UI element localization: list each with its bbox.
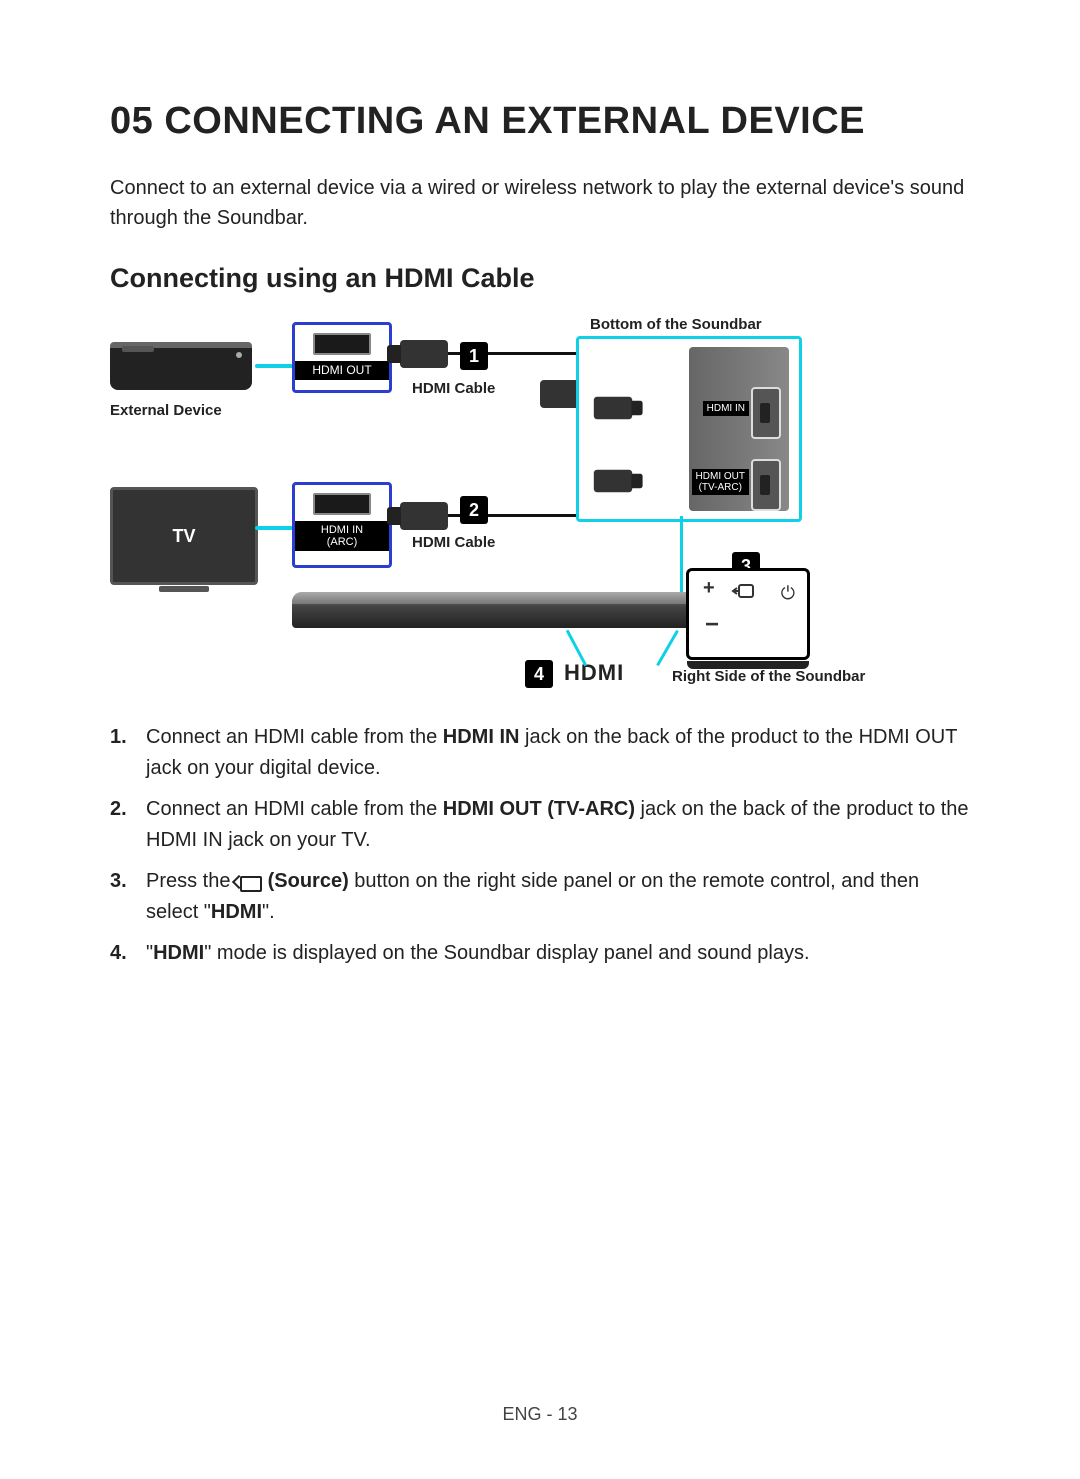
step-badge-1: 1	[460, 342, 488, 370]
external-device-label: External Device	[110, 402, 222, 419]
instruction-step-1: 1. Connect an HDMI cable from the HDMI I…	[110, 722, 970, 784]
instruction-step-3: 3. Press the (Source) button on the righ…	[110, 866, 970, 928]
right-side-soundbar-label: Right Side of the Soundbar	[672, 668, 865, 685]
volume-down-icon: −	[705, 611, 719, 639]
panel-hdmi-in-label: HDMI IN	[703, 401, 749, 416]
hdmi-in-arc-port-box: HDMI IN (ARC)	[292, 482, 392, 568]
soundbar-right-panel: + − ⏻	[686, 568, 810, 660]
page-footer: ENG - 13	[0, 1404, 1080, 1425]
step-badge-4: 4	[525, 660, 553, 688]
soundbar-bottom-panel: HDMI IN HDMI OUT (TV-ARC)	[576, 336, 802, 522]
chapter-title: 05 CONNECTING AN EXTERNAL DEVICE	[110, 100, 970, 143]
hdmi-in-arc-label-line2: (ARC)	[299, 536, 385, 548]
hdmi-cable-label: HDMI Cable	[412, 380, 495, 397]
power-icon: ⏻	[781, 583, 795, 604]
panel-hdmi-in-port-icon	[751, 387, 781, 439]
volume-up-icon: +	[703, 577, 715, 600]
hdmi-in-arc-label-line1: HDMI IN	[299, 524, 385, 536]
bottom-of-soundbar-label: Bottom of the Soundbar	[590, 316, 762, 333]
diagram-connector-line	[680, 516, 683, 596]
tv-icon: TV	[110, 487, 258, 585]
diagram-cable-line	[255, 364, 293, 368]
hdmi-cable-label: HDMI Cable	[412, 534, 495, 551]
tv-label: TV	[113, 526, 255, 547]
instruction-step-2: 2. Connect an HDMI cable from the HDMI O…	[110, 794, 970, 856]
hdmi-out-port-box: HDMI OUT	[292, 322, 392, 393]
panel-hdmi-out-port-icon	[751, 459, 781, 511]
chapter-title-text: CONNECTING AN EXTERNAL DEVICE	[164, 100, 865, 142]
instruction-list: 1. Connect an HDMI cable from the HDMI I…	[110, 722, 970, 969]
diagram-cable-line	[255, 526, 293, 530]
step-4-hdmi-label: HDMI	[564, 660, 624, 686]
panel-hdmi-out-label: HDMI OUT (TV-ARC)	[692, 469, 749, 495]
diagram-connector-line	[656, 630, 679, 666]
hdmi-plug-icon	[594, 470, 632, 492]
source-icon	[731, 581, 757, 609]
instruction-step-4: 4. "HDMI" mode is displayed on the Sound…	[110, 938, 970, 969]
external-device-icon	[110, 342, 252, 390]
hdmi-plug-icon	[594, 397, 632, 419]
chapter-number: 05	[110, 100, 153, 142]
section-title: Connecting using an HDMI Cable	[110, 263, 970, 294]
connection-diagram: Bottom of the Soundbar External Device H…	[110, 312, 970, 702]
hdmi-plug-icon	[400, 502, 448, 530]
hdmi-out-port-label: HDMI OUT	[295, 361, 389, 380]
intro-paragraph: Connect to an external device via a wire…	[110, 173, 970, 233]
step-badge-2: 2	[460, 496, 488, 524]
source-icon	[236, 872, 262, 890]
hdmi-plug-icon	[400, 340, 448, 368]
